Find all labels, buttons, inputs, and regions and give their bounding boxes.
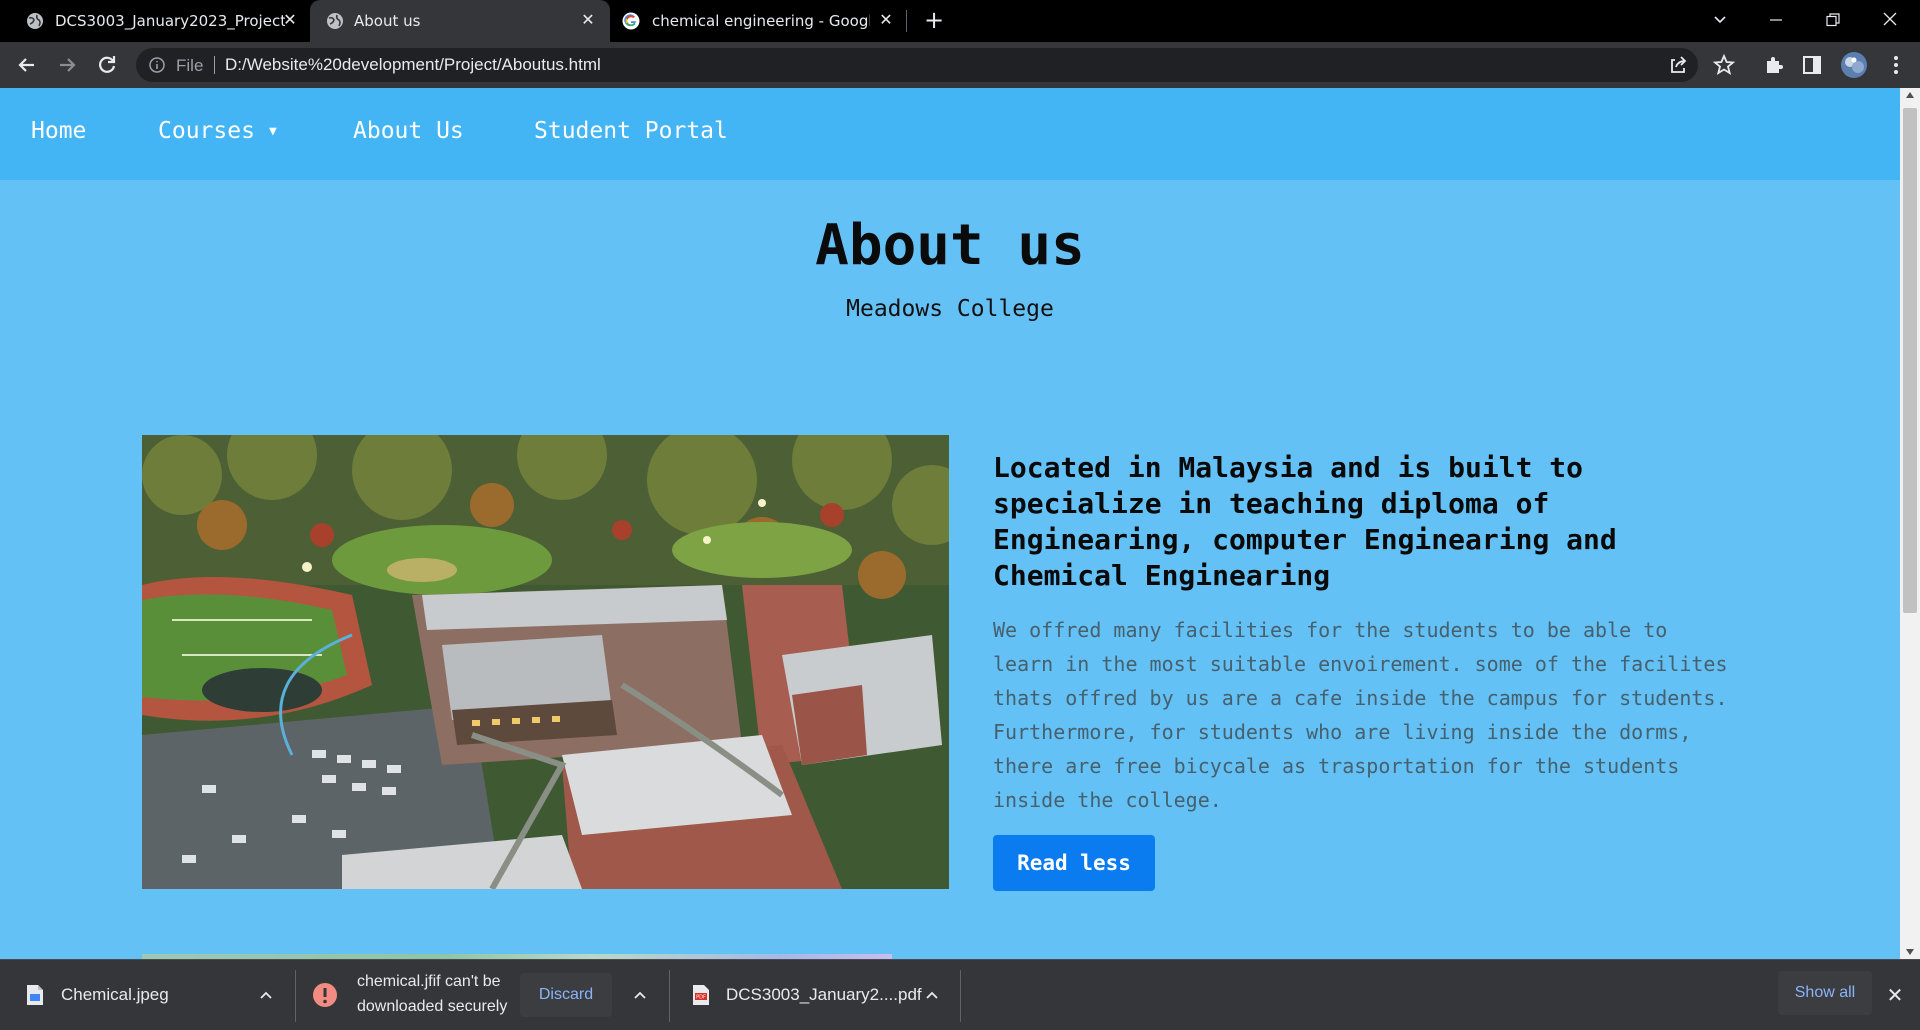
page-scrollbar[interactable] bbox=[1900, 88, 1920, 959]
chevron-up-icon[interactable] bbox=[630, 985, 650, 1005]
nav-student-portal[interactable]: Student Portal bbox=[534, 118, 728, 144]
download-filename: DCS3003_January2....pdf bbox=[726, 985, 922, 1004]
forward-arrow-icon[interactable] bbox=[52, 50, 82, 80]
back-arrow-icon[interactable] bbox=[12, 50, 42, 80]
scroll-up-arrow-icon[interactable] bbox=[1906, 92, 1914, 98]
url-text[interactable]: D:/Website%20development/Project/Aboutus… bbox=[225, 55, 601, 75]
show-all-button[interactable]: Show all bbox=[1778, 971, 1872, 1015]
download-bar: Chemical.jpeg chemical.jfif can't be dow… bbox=[0, 959, 1920, 1030]
download-filename: Chemical.jpeg bbox=[61, 985, 169, 1004]
tab-separator bbox=[906, 10, 907, 32]
close-icon[interactable]: ✕ bbox=[1884, 984, 1906, 1006]
profile-avatar-icon[interactable] bbox=[1840, 51, 1868, 79]
chevron-up-icon[interactable] bbox=[256, 985, 276, 1005]
share-icon[interactable] bbox=[1666, 53, 1690, 77]
browser-toolbar: File D:/Website%20development/Project/Ab… bbox=[0, 42, 1920, 88]
globe-icon bbox=[27, 13, 43, 29]
scheme-label: File bbox=[176, 56, 204, 75]
address-bar[interactable]: File D:/Website%20development/Project/Ab… bbox=[136, 48, 1698, 82]
campus-aerial-photo bbox=[142, 435, 949, 889]
close-icon[interactable]: ✕ bbox=[578, 10, 598, 30]
tab-project-pdf[interactable]: DCS3003_January2023_Project.pdf ✕ bbox=[12, 0, 308, 42]
side-panel-icon[interactable] bbox=[1800, 53, 1824, 77]
page-title: About us bbox=[815, 213, 1085, 278]
google-icon bbox=[622, 12, 640, 30]
caret-down-icon: ▼ bbox=[268, 124, 277, 139]
tab-title: chemical engineering - Google Search bbox=[652, 12, 870, 30]
tab-search-chevron-icon[interactable] bbox=[1700, 0, 1740, 42]
menu-kebab-icon[interactable] bbox=[1884, 53, 1908, 77]
image-file-icon bbox=[27, 985, 43, 1005]
browser-tab-strip: DCS3003_January2023_Project.pdf ✕ About … bbox=[0, 0, 1920, 42]
download-separator bbox=[960, 970, 961, 1022]
bookmark-star-icon[interactable] bbox=[1712, 53, 1736, 77]
download-item-chemical-jpeg[interactable]: Chemical.jpeg bbox=[0, 960, 295, 1030]
tab-about-us[interactable]: About us ✕ bbox=[310, 0, 610, 42]
new-tab-button[interactable]: + bbox=[914, 0, 954, 42]
about-heading: Located in Malaysia and is built to spec… bbox=[993, 451, 1617, 592]
nav-about-us[interactable]: About Us bbox=[353, 118, 464, 144]
download-warning-line2: downloaded securely bbox=[357, 998, 508, 1015]
address-separator bbox=[214, 56, 215, 74]
site-navbar: Home Courses ▼ About Us Student Portal bbox=[0, 88, 1900, 180]
extensions-puzzle-icon[interactable] bbox=[1762, 53, 1786, 77]
download-item-chemical-jfif[interactable]: chemical.jfif can't be downloaded secure… bbox=[296, 960, 669, 1030]
tab-title: DCS3003_January2023_Project.pdf bbox=[55, 12, 285, 30]
close-icon[interactable]: ✕ bbox=[876, 10, 896, 30]
reload-icon[interactable] bbox=[92, 50, 122, 80]
window-close-icon[interactable] bbox=[1870, 0, 1910, 42]
page-subtitle: Meadows College bbox=[846, 296, 1054, 322]
discard-button[interactable]: Discard bbox=[520, 973, 612, 1017]
svg-text:PDF: PDF bbox=[696, 995, 706, 1001]
page-viewport: Home Courses ▼ About Us Student Portal Ab… bbox=[0, 88, 1900, 959]
tab-google-search[interactable]: chemical engineering - Google Search ✕ bbox=[612, 0, 902, 42]
read-less-button[interactable]: Read less bbox=[993, 835, 1155, 891]
pdf-file-icon: PDF bbox=[693, 985, 709, 1005]
tab-title: About us bbox=[354, 12, 421, 30]
minimize-icon[interactable] bbox=[1756, 0, 1796, 42]
close-icon[interactable]: ✕ bbox=[280, 10, 300, 30]
restore-icon[interactable] bbox=[1813, 0, 1853, 42]
scroll-thumb[interactable] bbox=[1903, 108, 1917, 613]
about-description: We offred many facilities for the studen… bbox=[993, 618, 1728, 812]
scroll-down-arrow-icon[interactable] bbox=[1906, 949, 1914, 955]
info-icon[interactable] bbox=[148, 56, 166, 74]
download-warning-line1: chemical.jfif can't be bbox=[357, 973, 501, 990]
download-item-project-pdf[interactable]: PDF DCS3003_January2....pdf bbox=[670, 960, 960, 1030]
nav-courses[interactable]: Courses ▼ bbox=[158, 118, 277, 144]
nav-home[interactable]: Home bbox=[31, 118, 86, 144]
chevron-up-icon[interactable] bbox=[922, 985, 942, 1005]
nav-courses-label: Courses bbox=[158, 118, 255, 144]
globe-icon bbox=[327, 13, 343, 29]
error-icon bbox=[313, 983, 337, 1007]
